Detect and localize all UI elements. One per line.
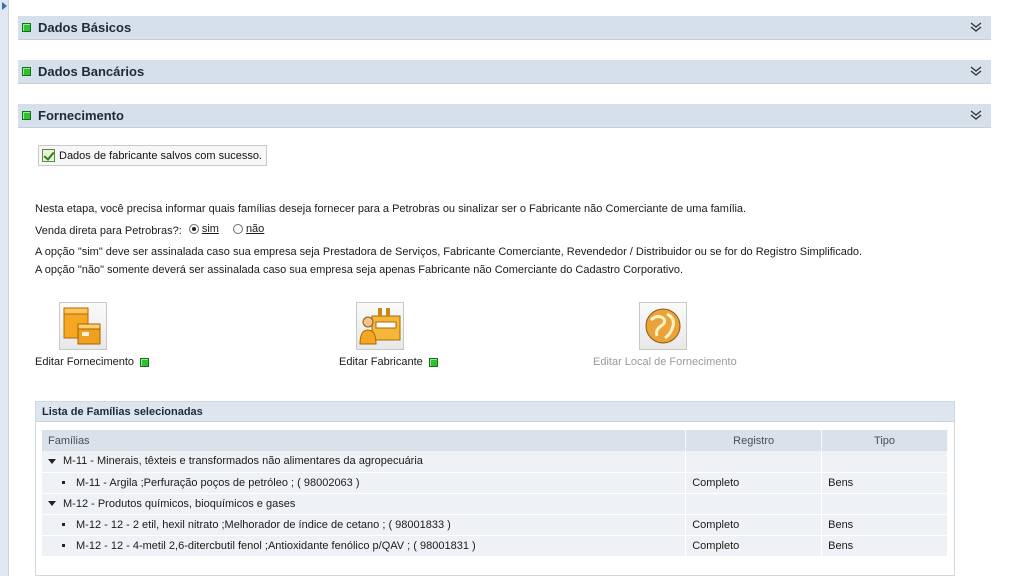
familia-text: M-12 - Produtos químicos, bioquímicos e … (63, 497, 296, 510)
action-label[interactable]: Editar Fornecimento (35, 356, 134, 368)
section-header-dados-basicos[interactable]: Dados Básicos (18, 16, 991, 40)
registro-cell (685, 493, 823, 515)
venda-direta-row: Venda direta para Petrobras?: sim não (35, 223, 278, 237)
table-header-row: Famílias Registro Tipo (42, 430, 948, 451)
familia-text: M-12 - 12 - 2 etil, hexil nitrato ;Melho… (76, 518, 451, 531)
expand-collapse-icon[interactable] (48, 458, 56, 464)
table-row[interactable]: M-12 - 12 - 4-metil 2,6-ditercbutil feno… (42, 535, 948, 557)
editar-fornecimento-link[interactable]: Editar Fornecimento (35, 356, 150, 368)
left-collapse-strip[interactable] (0, 0, 9, 576)
success-message: Dados de fabricante salvos com sucesso. (59, 149, 262, 162)
section-title: Dados Bancários (38, 64, 145, 79)
column-header-registro[interactable]: Registro (685, 430, 823, 451)
tipo-cell (821, 493, 948, 515)
collapse-chevron-icon[interactable] (969, 20, 983, 34)
section-header-dados-bancarios[interactable]: Dados Bancários (18, 60, 991, 84)
section-header-fornecimento[interactable]: Fornecimento (18, 104, 991, 128)
expand-collapse-icon[interactable] (48, 501, 56, 507)
note-nao-text: A opção "não" somente deverá ser assinal… (35, 264, 684, 276)
registro-cell (685, 451, 823, 473)
tipo-cell (821, 451, 948, 473)
familias-panel-title: Lista de Famílias selecionadas (36, 402, 954, 422)
editar-fabricante-button[interactable] (356, 302, 404, 350)
familias-table: Famílias Registro Tipo M-11 - Minerais, … (42, 430, 948, 557)
registro-cell: Completo (685, 514, 823, 536)
table-row[interactable]: M-11 - Argila ;Perfuração poços de petró… (42, 472, 948, 494)
radio-sim[interactable] (188, 224, 199, 234)
success-check-icon (42, 149, 55, 162)
editar-fabricante-link[interactable]: Editar Fabricante (339, 356, 438, 368)
familia-cell[interactable]: M-12 - Produtos químicos, bioquímicos e … (42, 493, 687, 515)
collapse-chevron-icon[interactable] (969, 64, 983, 78)
familia-text: M-12 - 12 - 4-metil 2,6-ditercbutil feno… (76, 539, 476, 552)
bullet-icon (62, 523, 65, 527)
table-row[interactable]: M-11 - Minerais, têxteis e transformados… (42, 451, 948, 473)
editar-fornecimento-button[interactable] (59, 302, 107, 350)
editar-fabricante-action[interactable]: Editar Fabricante (339, 302, 438, 368)
main-content: Dados Básicos Dados Bancários Fornecimen… (18, 0, 991, 576)
factory-person-icon (359, 308, 401, 345)
collapse-chevron-icon[interactable] (969, 108, 983, 122)
venda-direta-label: Venda direta para Petrobras?: (35, 225, 182, 237)
intro-text: Nesta etapa, você precisa informar quais… (35, 203, 747, 215)
venda-direta-radio-group: sim não (188, 223, 278, 235)
tipo-cell: Bens (821, 535, 948, 557)
familia-cell[interactable]: M-11 - Argila ;Perfuração poços de petró… (42, 472, 687, 494)
section-title: Dados Básicos (38, 20, 132, 35)
registro-cell: Completo (685, 472, 823, 494)
success-message-box: Dados de fabricante salvos com sucesso. (38, 145, 267, 166)
familia-text: M-11 - Minerais, têxteis e transformados… (63, 455, 423, 468)
bullet-icon (62, 544, 65, 548)
tipo-cell: Bens (821, 514, 948, 536)
note-sim-text: A opção "sim" deve ser assinalada caso s… (35, 246, 863, 258)
action-label[interactable]: Editar Fabricante (339, 356, 423, 368)
table-row[interactable]: M-12 - Produtos químicos, bioquímicos e … (42, 493, 948, 515)
section-title: Fornecimento (38, 108, 124, 123)
editar-local-fornecimento-button (639, 302, 687, 350)
editar-fornecimento-action[interactable]: Editar Fornecimento (35, 302, 150, 368)
status-complete-icon (22, 111, 31, 120)
editar-local-fornecimento-action: Editar Local de Fornecimento (593, 302, 737, 368)
table-row[interactable]: M-12 - 12 - 2 etil, hexil nitrato ;Melho… (42, 514, 948, 536)
status-complete-icon (140, 357, 150, 367)
globe-icon (645, 308, 681, 344)
familia-cell[interactable]: M-12 - 12 - 2 etil, hexil nitrato ;Melho… (42, 514, 687, 536)
bullet-icon (62, 481, 65, 485)
column-header-tipo[interactable]: Tipo (821, 430, 948, 451)
registro-cell: Completo (685, 535, 823, 557)
editar-local-fornecimento-link: Editar Local de Fornecimento (593, 356, 737, 368)
radio-sim-label[interactable]: sim (202, 223, 219, 235)
tipo-cell: Bens (821, 472, 948, 494)
familia-cell[interactable]: M-11 - Minerais, têxteis e transformados… (42, 451, 687, 473)
action-label: Editar Local de Fornecimento (593, 356, 737, 368)
column-header-familias[interactable]: Famílias (42, 430, 687, 451)
radio-nao[interactable] (232, 224, 243, 234)
boxes-icon (63, 307, 101, 345)
fornecimento-body: Dados de fabricante salvos com sucesso. … (18, 128, 991, 576)
familias-panel: Lista de Famílias selecionadas Famílias … (35, 401, 955, 576)
status-complete-icon (22, 67, 31, 76)
familia-cell[interactable]: M-12 - 12 - 4-metil 2,6-ditercbutil feno… (42, 535, 687, 557)
status-complete-icon (22, 23, 31, 32)
familia-text: M-11 - Argila ;Perfuração poços de petró… (76, 476, 360, 489)
status-complete-icon (428, 357, 438, 367)
expand-arrow-icon[interactable] (2, 2, 7, 10)
radio-nao-label[interactable]: não (246, 223, 264, 235)
